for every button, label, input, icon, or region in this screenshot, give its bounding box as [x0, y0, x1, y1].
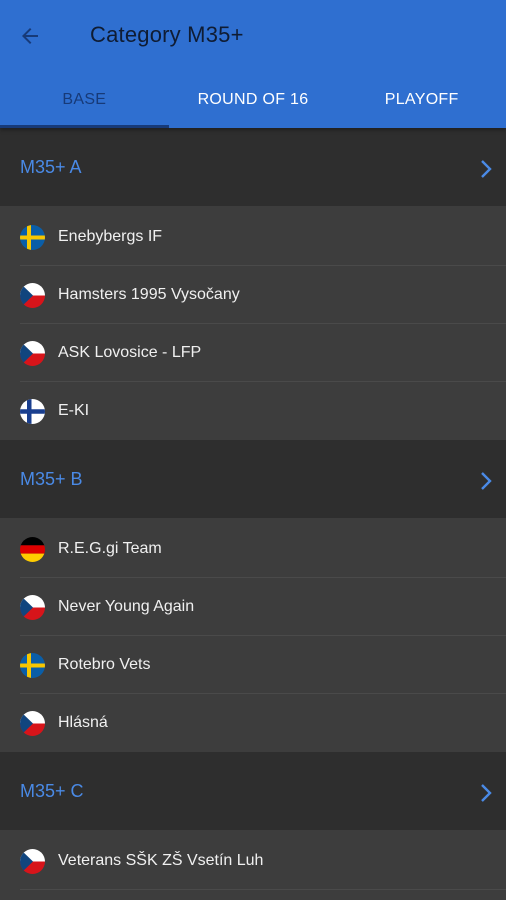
- team-name: E-KI: [58, 402, 90, 419]
- team-row[interactable]: Never Young Again: [0, 578, 506, 636]
- back-button[interactable]: [12, 18, 48, 54]
- team-row[interactable]: Hamsters 1995 Vysočany: [0, 266, 506, 324]
- app-bar: Category M35+ BASE ROUND OF 16 PLAYOFF: [0, 0, 506, 128]
- group-header-c[interactable]: M35+ C: [0, 752, 506, 830]
- flag-czech-icon: [20, 283, 45, 308]
- group-body-c: Veterans SŠK ZŠ Vsetín Luh: [0, 830, 506, 890]
- team-name: Enebybergs IF: [58, 228, 163, 245]
- group-list: M35+ A Enebybergs IF Hamsters 1995 Vysoč…: [0, 128, 506, 890]
- flag-sweden-icon: [20, 653, 45, 678]
- group-name: M35+ B: [20, 469, 83, 489]
- flag-sweden-icon: [20, 225, 45, 250]
- team-name: Hlásná: [58, 714, 108, 731]
- tab-round-of-16[interactable]: ROUND OF 16: [169, 72, 338, 128]
- team-name: Never Young Again: [58, 598, 195, 615]
- flag-czech-icon: [20, 595, 45, 620]
- group-body-a: Enebybergs IF Hamsters 1995 Vysočany ASK…: [0, 206, 506, 440]
- group-body-b: R.E.G.gi Team Never Young Again Rotebro …: [0, 518, 506, 752]
- team-row[interactable]: Hlásná: [0, 694, 506, 752]
- team-name: Veterans SŠK ZŠ Vsetín Luh: [58, 852, 264, 869]
- team-name: ASK Lovosice - LFP: [58, 344, 202, 361]
- tab-playoff[interactable]: PLAYOFF: [337, 72, 506, 128]
- team-name: Hamsters 1995 Vysočany: [58, 286, 240, 303]
- flag-germany-icon: [20, 537, 45, 562]
- chevron-right-icon: [481, 784, 492, 802]
- team-row[interactable]: E-KI: [0, 382, 506, 440]
- tab-bar: BASE ROUND OF 16 PLAYOFF: [0, 72, 506, 128]
- arrow-left-icon: [22, 28, 38, 44]
- team-row[interactable]: Enebybergs IF: [0, 208, 506, 266]
- group-name: M35+ C: [20, 781, 84, 801]
- chevron-right-icon: [481, 160, 492, 178]
- flag-czech-icon: [20, 341, 45, 366]
- team-row[interactable]: Veterans SŠK ZŠ Vsetín Luh: [0, 832, 506, 890]
- flag-finland-icon: [20, 399, 45, 424]
- team-row[interactable]: Rotebro Vets: [0, 636, 506, 694]
- flag-czech-icon: [20, 711, 45, 736]
- team-row[interactable]: R.E.G.gi Team: [0, 520, 506, 578]
- team-name: R.E.G.gi Team: [58, 540, 162, 557]
- team-name: Rotebro Vets: [58, 656, 151, 673]
- group-header-a[interactable]: M35+ A: [0, 128, 506, 206]
- chevron-right-icon: [481, 472, 492, 490]
- group-header-b[interactable]: M35+ B: [0, 440, 506, 518]
- page-title: Category M35+: [90, 22, 244, 47]
- flag-czech-icon: [20, 849, 45, 874]
- group-name: M35+ A: [20, 157, 82, 177]
- tab-base[interactable]: BASE: [0, 72, 169, 128]
- divider: [20, 889, 506, 890]
- team-row[interactable]: ASK Lovosice - LFP: [0, 324, 506, 382]
